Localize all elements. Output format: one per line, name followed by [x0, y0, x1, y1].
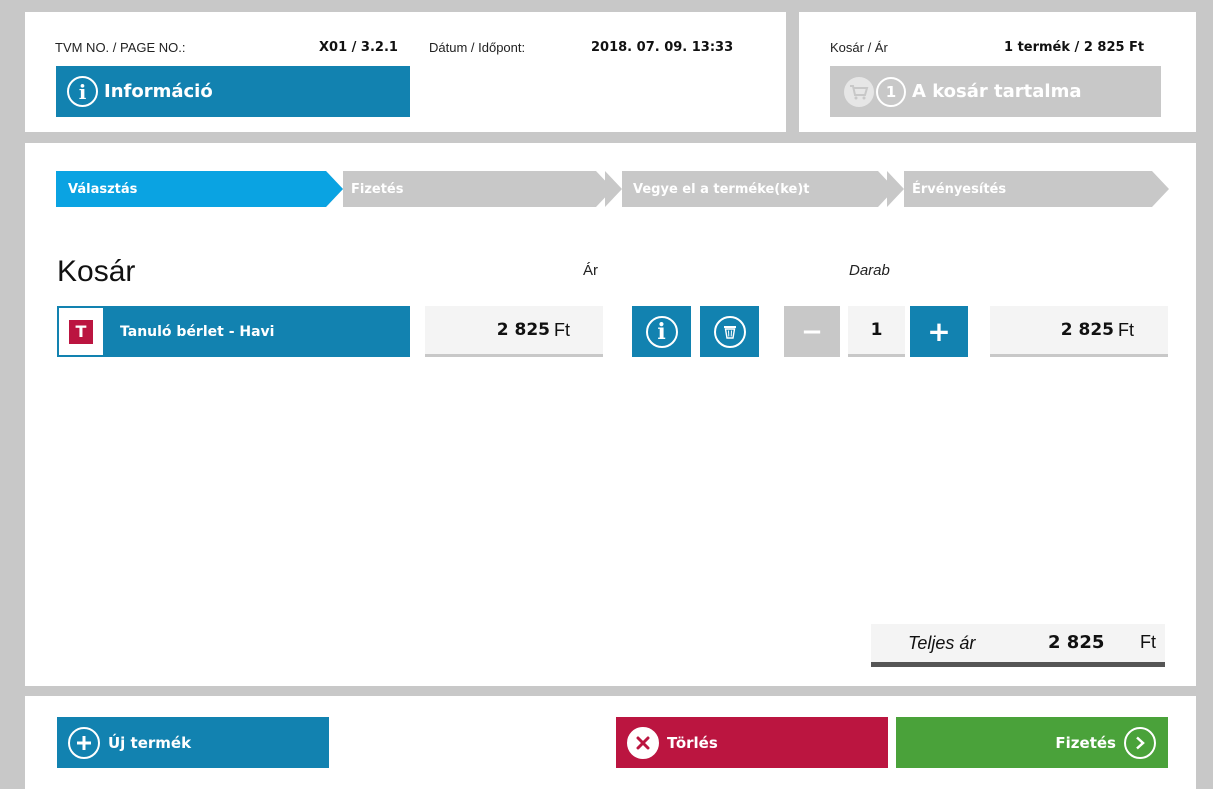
product-name-box: T Tanuló bérlet - Havi	[57, 306, 410, 357]
datetime-value: 2018. 07. 09. 13:33	[591, 40, 734, 55]
quantity-value: 1	[848, 306, 905, 357]
info-icon: i	[67, 76, 98, 107]
pay-button[interactable]: Fizetés	[896, 717, 1168, 768]
product-name: Tanuló bérlet - Havi	[120, 323, 275, 340]
plus-circle-icon	[68, 726, 100, 759]
cart-count-badge: 1	[876, 76, 906, 107]
unit-price-value: 2 825	[496, 320, 550, 340]
quantity-decrease-button[interactable]: −	[784, 306, 840, 357]
chevron-right-icon	[1124, 726, 1156, 759]
cart-label: Kosár / Ár	[830, 40, 888, 55]
item-info-button[interactable]: i	[632, 306, 691, 357]
line-total: 2 825 Ft	[990, 306, 1168, 357]
datetime-label: Dátum / Időpont:	[429, 40, 526, 55]
cart-summary: 1 termék / 2 825 Ft	[1004, 40, 1145, 55]
grand-total-label: Teljes ár	[908, 633, 976, 653]
cart-header-panel: Kosár / Ár 1 termék / 2 825 Ft 1 A kosár…	[799, 12, 1196, 132]
new-item-button[interactable]: Új termék	[57, 717, 329, 768]
step-valasztas: Választás	[56, 171, 343, 207]
unit-price-currency: Ft	[554, 319, 570, 340]
ticket-type-badge: T	[58, 307, 104, 356]
step-label: Vegye el a terméke(ke)t	[633, 181, 810, 197]
item-delete-button[interactable]	[700, 306, 759, 357]
ticket-type-letter: T	[69, 319, 93, 344]
main-panel	[25, 143, 1196, 686]
trash-icon	[713, 315, 746, 348]
quantity-number: 1	[870, 320, 883, 340]
step-label: Fizetés	[351, 181, 404, 197]
x-circle-icon	[627, 726, 659, 759]
new-item-label: Új termék	[108, 733, 192, 752]
delete-label: Törlés	[667, 733, 718, 752]
step-fizetes: Fizetés	[326, 171, 613, 207]
delete-button[interactable]: Törlés	[616, 717, 888, 768]
step-label: Érvényesítés	[912, 181, 1007, 197]
step-vegye-el: Vegye el a terméke(ke)t	[605, 171, 895, 207]
grand-total-box: Teljes ár 2 825 Ft	[871, 624, 1165, 667]
quantity-increase-button[interactable]: +	[910, 306, 968, 357]
cart-contents-label: A kosár tartalma	[912, 81, 1082, 102]
info-header-panel: TVM NO. / PAGE NO.: X01 / 3.2.1 Dátum / …	[25, 12, 786, 132]
tvm-value: X01 / 3.2.1	[319, 40, 398, 55]
price-column-header: Ár	[583, 262, 598, 279]
cart-icon	[844, 76, 874, 107]
cart-title: Kosár	[57, 255, 136, 288]
step-label: Választás	[68, 181, 138, 197]
line-total-currency: Ft	[1118, 319, 1134, 340]
quantity-column-header: Darab	[849, 262, 890, 279]
cart-contents-button[interactable]: 1 A kosár tartalma	[830, 66, 1161, 117]
line-total-value: 2 825	[1060, 320, 1114, 340]
unit-price: 2 825 Ft	[425, 306, 603, 357]
tvm-label: TVM NO. / PAGE NO.:	[55, 40, 186, 55]
info-button[interactable]: i Információ	[56, 66, 410, 117]
step-ervenyesites: Érvényesítés	[887, 171, 1169, 207]
pay-label: Fizetés	[1055, 733, 1116, 752]
info-icon: i	[645, 315, 678, 348]
grand-total-value: 2 825	[1048, 632, 1105, 653]
grand-total-currency: Ft	[1140, 632, 1156, 652]
info-button-label: Információ	[104, 81, 213, 102]
